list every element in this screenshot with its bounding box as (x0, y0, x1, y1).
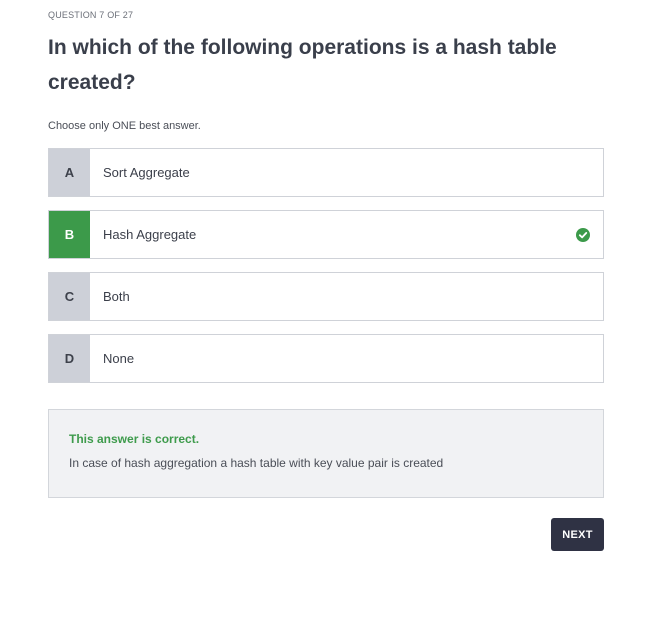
option-letter: A (49, 149, 90, 196)
question-counter: QUESTION 7 OF 27 (48, 10, 134, 20)
option-letter: C (49, 273, 90, 320)
quiz-page: QUESTION 7 OF 27 In which of the followi… (0, 0, 654, 624)
answer-instruction: Choose only ONE best answer. (48, 120, 201, 132)
option-label: Sort Aggregate (103, 165, 190, 180)
answer-options: A Sort Aggregate B Hash Aggregate C Both… (48, 148, 604, 396)
feedback-status: This answer is correct. (69, 432, 200, 446)
option-label: None (103, 351, 135, 366)
option-letter: D (49, 335, 90, 382)
option-a[interactable]: A Sort Aggregate (48, 148, 604, 197)
option-c[interactable]: C Both (48, 272, 604, 321)
option-d[interactable]: D None (48, 334, 604, 383)
option-label: Both (103, 289, 130, 304)
next-button[interactable]: NEXT (551, 518, 604, 551)
question-text: In which of the following operations is … (48, 36, 557, 94)
answer-feedback-panel: This answer is correct. In case of hash … (48, 409, 604, 498)
check-circle-icon (563, 211, 603, 258)
option-label: Hash Aggregate (103, 227, 197, 242)
option-b[interactable]: B Hash Aggregate (48, 210, 604, 259)
option-letter: B (49, 211, 90, 258)
feedback-explanation: In case of hash aggregation a hash table… (69, 456, 444, 470)
